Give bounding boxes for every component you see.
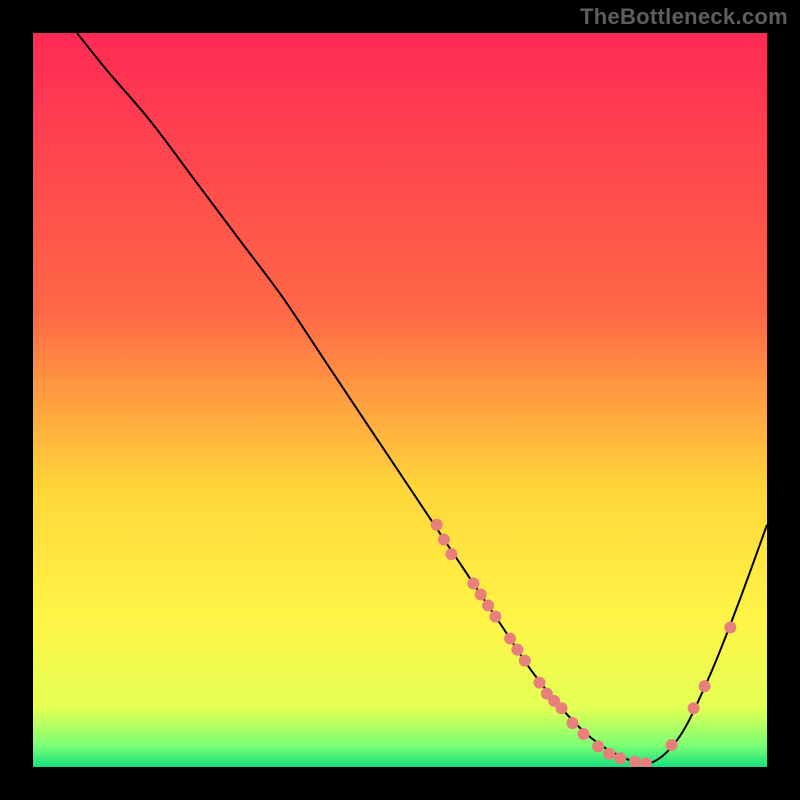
highlight-point <box>445 548 457 560</box>
highlight-point <box>724 622 736 634</box>
highlight-point <box>666 739 678 751</box>
highlight-point <box>578 728 590 740</box>
chart-svg <box>33 33 767 767</box>
highlight-point <box>431 519 443 531</box>
gradient-background <box>33 33 767 767</box>
highlight-point <box>567 717 579 729</box>
highlight-point <box>438 534 450 546</box>
highlight-point <box>489 611 501 623</box>
highlight-point <box>519 655 531 667</box>
highlight-point <box>603 748 615 760</box>
chart-container: TheBottleneck.com <box>0 0 800 800</box>
highlight-point <box>504 633 516 645</box>
highlight-point <box>475 589 487 601</box>
highlight-point <box>482 600 494 612</box>
highlight-point <box>511 644 523 656</box>
plot-area <box>33 33 767 767</box>
watermark-text: TheBottleneck.com <box>580 4 788 30</box>
highlight-point <box>467 578 479 590</box>
highlight-point <box>556 702 568 714</box>
highlight-point <box>534 677 546 689</box>
highlight-point <box>614 752 626 764</box>
highlight-point <box>592 740 604 752</box>
highlight-point <box>688 702 700 714</box>
highlight-point <box>699 680 711 692</box>
